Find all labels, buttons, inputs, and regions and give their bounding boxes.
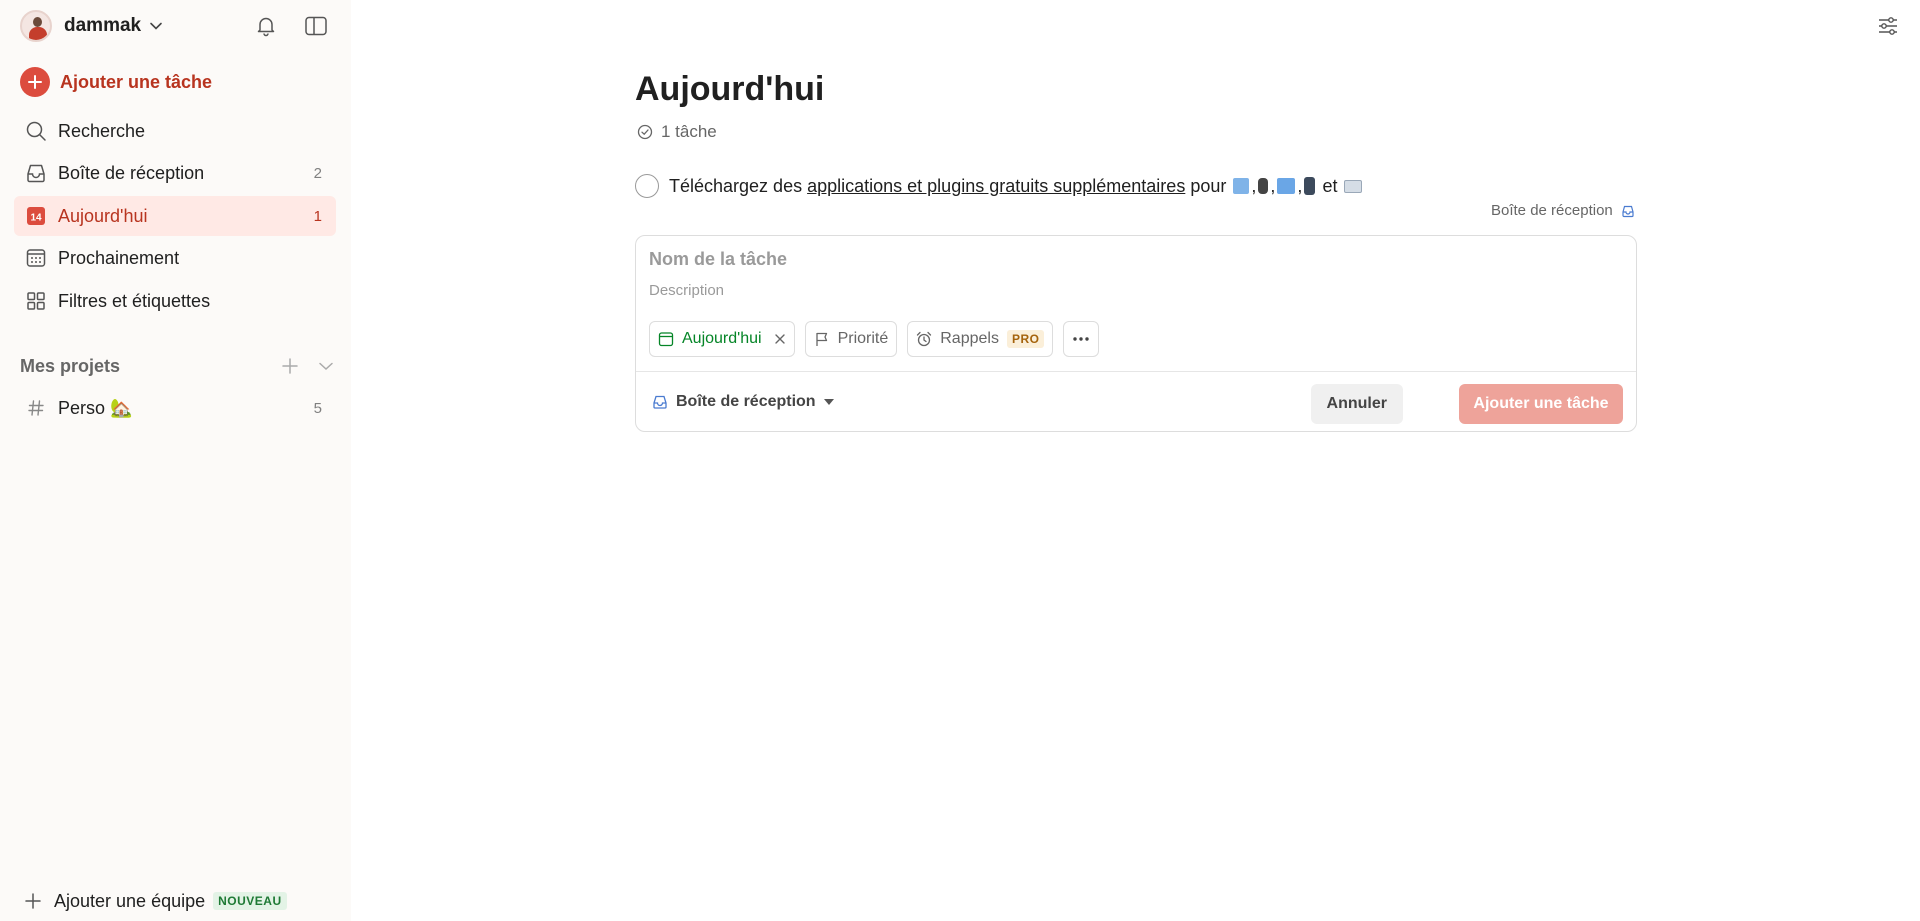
sidebar-item-upcoming[interactable]: Prochainement [14,238,336,278]
phone-emoji-icon [1304,177,1316,195]
add-team-label: Ajouter une équipe [54,890,206,911]
project-selector-label: Boîte de réception [676,393,816,410]
add-task-button[interactable]: Ajouter une tâche [20,67,212,97]
inbox-icon [24,161,48,185]
reminders-chip[interactable]: Rappels PRO [907,321,1054,357]
email-emoji-icon [1344,179,1363,193]
divider [636,371,1636,372]
search-icon [24,119,48,143]
sidebar-item-today[interactable]: 14 Aujourd'hui 1 [14,196,336,236]
task-count-label: 1 tâche [661,122,717,141]
sidebar: dammak Ajouter une tâche Recherche Boîte… [0,0,351,921]
task-text-separator: , [1270,175,1276,196]
project-label: Perso 🏡 [58,397,133,418]
task-checkbox[interactable] [635,174,659,198]
task-name-input[interactable] [649,249,1609,270]
sidebar-project-perso[interactable]: Perso 🏡 5 [14,388,336,428]
priority-label: Priorité [837,330,889,347]
sidebar-item-inbox[interactable]: Boîte de réception 2 [14,153,336,193]
more-horizontal-icon [1073,337,1090,341]
task-description-input[interactable] [649,282,1609,299]
task-text-and: et [1322,175,1338,196]
priority-chip[interactable]: Priorité [804,321,898,357]
inbox-icon [1622,205,1634,217]
hashtag-icon [24,396,48,420]
caret-down-icon [823,399,834,405]
project-selector[interactable]: Boîte de réception [652,388,834,416]
task-project-label: Boîte de réception [1491,202,1613,219]
grid-icon [24,289,48,313]
user-menu-button[interactable]: dammak [20,10,163,42]
task-project[interactable]: Boîte de réception [1491,202,1635,219]
add-task-label: Ajouter une tâche [60,71,213,92]
sidebar-item-label: Recherche [58,120,146,141]
laptop-emoji-icon [1233,178,1250,194]
calendar-icon [658,332,674,347]
calendar-grid-icon [24,246,48,270]
task-attribute-chips: Aujourd'hui Priorité Rappels PRO [649,321,1100,357]
task-link[interactable]: applications et plugins gratuits supplém… [807,176,1185,197]
plus-icon [25,893,41,909]
task-text-middle: pour [1190,175,1227,196]
main-content: Aujourd'hui 1 tâche Téléchargez des appl… [351,0,1920,921]
calendar-day: 14 [30,213,42,224]
desktop-emoji-icon [1277,178,1296,194]
task-item[interactable]: Téléchargez des applications et plugins … [635,171,1635,201]
chevron-down-icon [150,22,162,30]
sidebar-toggle-icon[interactable] [302,12,330,40]
watch-emoji-icon [1258,178,1269,194]
projects-label: Mes projets [20,355,121,376]
close-icon[interactable] [774,333,786,345]
pro-badge: PRO [1006,330,1045,348]
user-name: dammak [64,15,142,36]
due-date-chip[interactable]: Aujourd'hui [649,321,795,357]
due-date-label: Aujourd'hui [682,330,762,347]
check-circle-icon [637,124,653,140]
task-count: 1 tâche [637,122,717,142]
projects-header[interactable]: Mes projets [20,353,336,379]
task-text-separator: , [1251,175,1257,196]
task-text-prefix: Téléchargez des [669,175,803,196]
plus-icon [20,67,50,97]
project-count: 5 [313,399,322,417]
sidebar-item-label: Aujourd'hui [58,205,148,226]
chevron-down-icon[interactable] [316,356,336,376]
page-title: Aujourd'hui [635,70,825,108]
today-count: 1 [313,207,322,225]
bell-icon[interactable] [252,12,280,40]
calendar-today-icon: 14 [24,204,48,228]
new-badge: NOUVEAU [213,892,287,910]
task-content[interactable]: Téléchargez des applications et plugins … [669,176,1364,197]
avatar [20,10,52,42]
inbox-count: 2 [313,164,322,182]
alarm-clock-icon [917,331,932,347]
sidebar-item-label: Prochainement [58,247,180,268]
more-options-button[interactable] [1063,321,1100,357]
add-project-icon[interactable] [280,356,300,376]
view-settings-icon[interactable] [1876,14,1900,38]
sidebar-item-filters[interactable]: Filtres et étiquettes [14,281,336,321]
sidebar-item-label: Boîte de réception [58,162,205,183]
add-task-submit-button[interactable]: Ajouter une tâche [1459,384,1623,424]
inbox-icon [653,395,667,409]
task-text-separator: , [1297,175,1303,196]
reminders-label: Rappels [940,330,999,347]
quick-add-editor: Aujourd'hui Priorité Rappels PRO Boîte d… [635,235,1637,432]
add-team-button[interactable]: Ajouter une équipe NOUVEAU [24,888,287,914]
sidebar-item-search[interactable]: Recherche [14,111,336,151]
cancel-button[interactable]: Annuler [1310,384,1403,424]
flag-icon [815,332,827,346]
sidebar-item-label: Filtres et étiquettes [58,290,211,311]
